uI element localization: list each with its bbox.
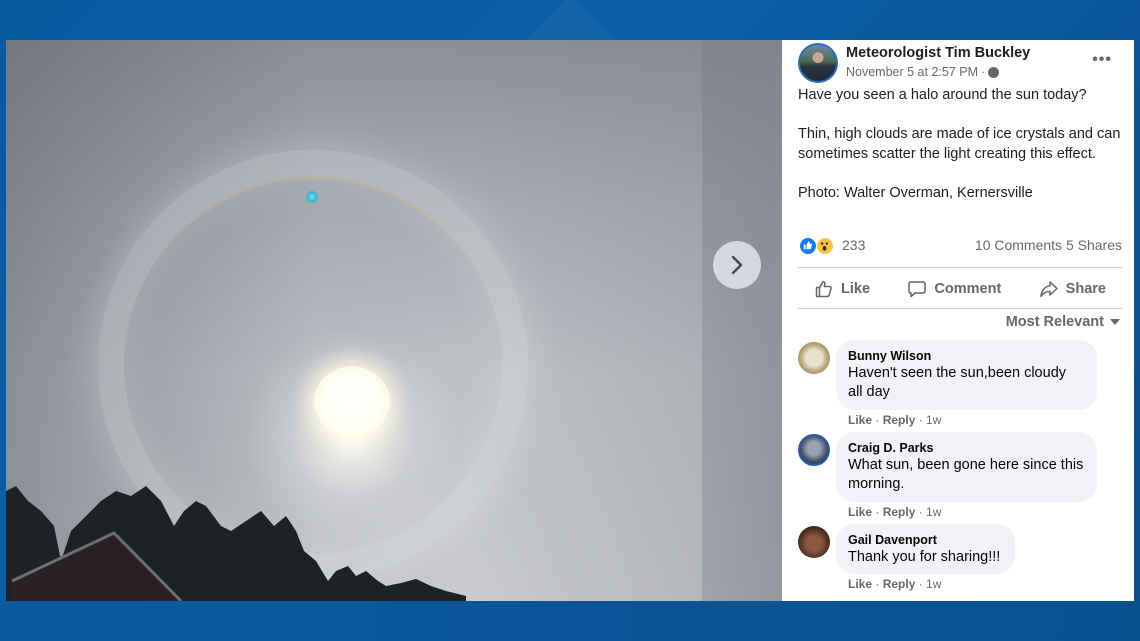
next-photo-button[interactable]	[713, 241, 761, 289]
caret-down-icon	[1110, 319, 1120, 325]
photo-edge-shade	[702, 40, 782, 601]
comment-share-counts: 10 Comments 5 Shares	[975, 237, 1122, 253]
comment-reply-link[interactable]: Reply	[883, 413, 916, 427]
like-reaction-icon[interactable]	[799, 237, 817, 255]
comment-text: What sun, been gone here since this	[848, 457, 1084, 473]
post-stats: 233 10 Comments 5 Shares	[798, 236, 1122, 256]
bottom-frame-bar	[0, 601, 1140, 641]
comment-bubble: Craig D. Parks What sun, been gone here …	[836, 432, 1097, 502]
photo-sun	[314, 366, 390, 438]
comment-button[interactable]: Comment	[891, 279, 1017, 299]
chevron-right-icon	[731, 255, 743, 275]
commenter-name[interactable]: Bunny Wilson	[848, 348, 1085, 364]
share-button[interactable]: Share	[1023, 279, 1122, 299]
comment-text: Thank you for sharing!!!	[848, 549, 1001, 565]
post-paragraph: Have you seen a halo around the sun toda…	[798, 87, 1087, 103]
comment-label: Comment	[934, 281, 1002, 297]
post-actions: Like Comment Share	[798, 274, 1122, 304]
comment-time[interactable]: 1w	[926, 413, 941, 427]
wow-reaction-icon[interactable]	[816, 237, 834, 255]
post-panel: Meteorologist Tim Buckley November 5 at …	[782, 40, 1134, 601]
sort-label: Most Relevant	[1005, 314, 1104, 330]
post-header: Meteorologist Tim Buckley November 5 at …	[798, 43, 1122, 83]
comment-bubble: Bunny Wilson Haven't seen the sun,been c…	[836, 340, 1097, 410]
comment-like-link[interactable]: Like	[848, 577, 872, 591]
comments-count[interactable]: 10 Comments	[975, 237, 1062, 253]
reaction-count[interactable]: 233	[842, 237, 865, 253]
shares-count[interactable]: 5 Shares	[1066, 237, 1122, 253]
comment-bubble: Gail Davenport Thank you for sharing!!!	[836, 524, 1015, 574]
comment-text: morning.	[848, 476, 905, 492]
divider	[798, 267, 1122, 268]
comment-reply-link[interactable]: Reply	[883, 577, 916, 591]
commenter-name[interactable]: Gail Davenport	[848, 532, 1003, 548]
comment-reply-link[interactable]: Reply	[883, 505, 916, 519]
like-button[interactable]: Like	[798, 279, 886, 299]
author-name[interactable]: Meteorologist Tim Buckley	[846, 45, 1030, 61]
comment-like-link[interactable]: Like	[848, 505, 872, 519]
commenter-avatar[interactable]	[798, 342, 830, 374]
divider	[798, 308, 1122, 309]
comment-like-link[interactable]: Like	[848, 413, 872, 427]
share-label: Share	[1065, 281, 1106, 297]
comment-text: all day	[848, 384, 890, 400]
post-paragraph: Thin, high clouds are made of ice crysta…	[798, 126, 1121, 162]
like-label: Like	[841, 281, 871, 297]
comment-icon	[908, 281, 927, 298]
comment-actions: Like · Reply · 1w	[848, 577, 942, 591]
commenter-name[interactable]: Craig D. Parks	[848, 440, 1085, 456]
post-meta: November 5 at 2:57 PM ·	[846, 65, 1000, 79]
share-icon	[1039, 281, 1058, 298]
more-options-icon[interactable]: •••	[1092, 51, 1112, 69]
meta-separator: ·	[981, 65, 986, 79]
comment-time[interactable]: 1w	[926, 577, 941, 591]
post-paragraph: Photo: Walter Overman, Kernersville	[798, 184, 1033, 201]
post-body: Have you seen a halo around the sun toda…	[798, 86, 1128, 223]
globe-icon	[988, 66, 1000, 78]
comment-time[interactable]: 1w	[926, 505, 941, 519]
comment-text: Haven't seen the sun,been cloudy	[848, 365, 1067, 381]
thumbs-up-icon	[815, 280, 832, 298]
author-avatar[interactable]	[798, 43, 838, 83]
comment-actions: Like · Reply · 1w	[848, 505, 942, 519]
comment-actions: Like · Reply · 1w	[848, 413, 942, 427]
comment-sort-dropdown[interactable]: Most Relevant	[1006, 314, 1120, 330]
photo-tree-silhouette	[6, 486, 466, 601]
photo-lens-flare	[306, 191, 318, 203]
commenter-avatar[interactable]	[798, 434, 830, 466]
post-date[interactable]: November 5 at 2:57 PM	[846, 65, 978, 79]
post-photo[interactable]	[6, 40, 782, 601]
commenter-avatar[interactable]	[798, 526, 830, 558]
